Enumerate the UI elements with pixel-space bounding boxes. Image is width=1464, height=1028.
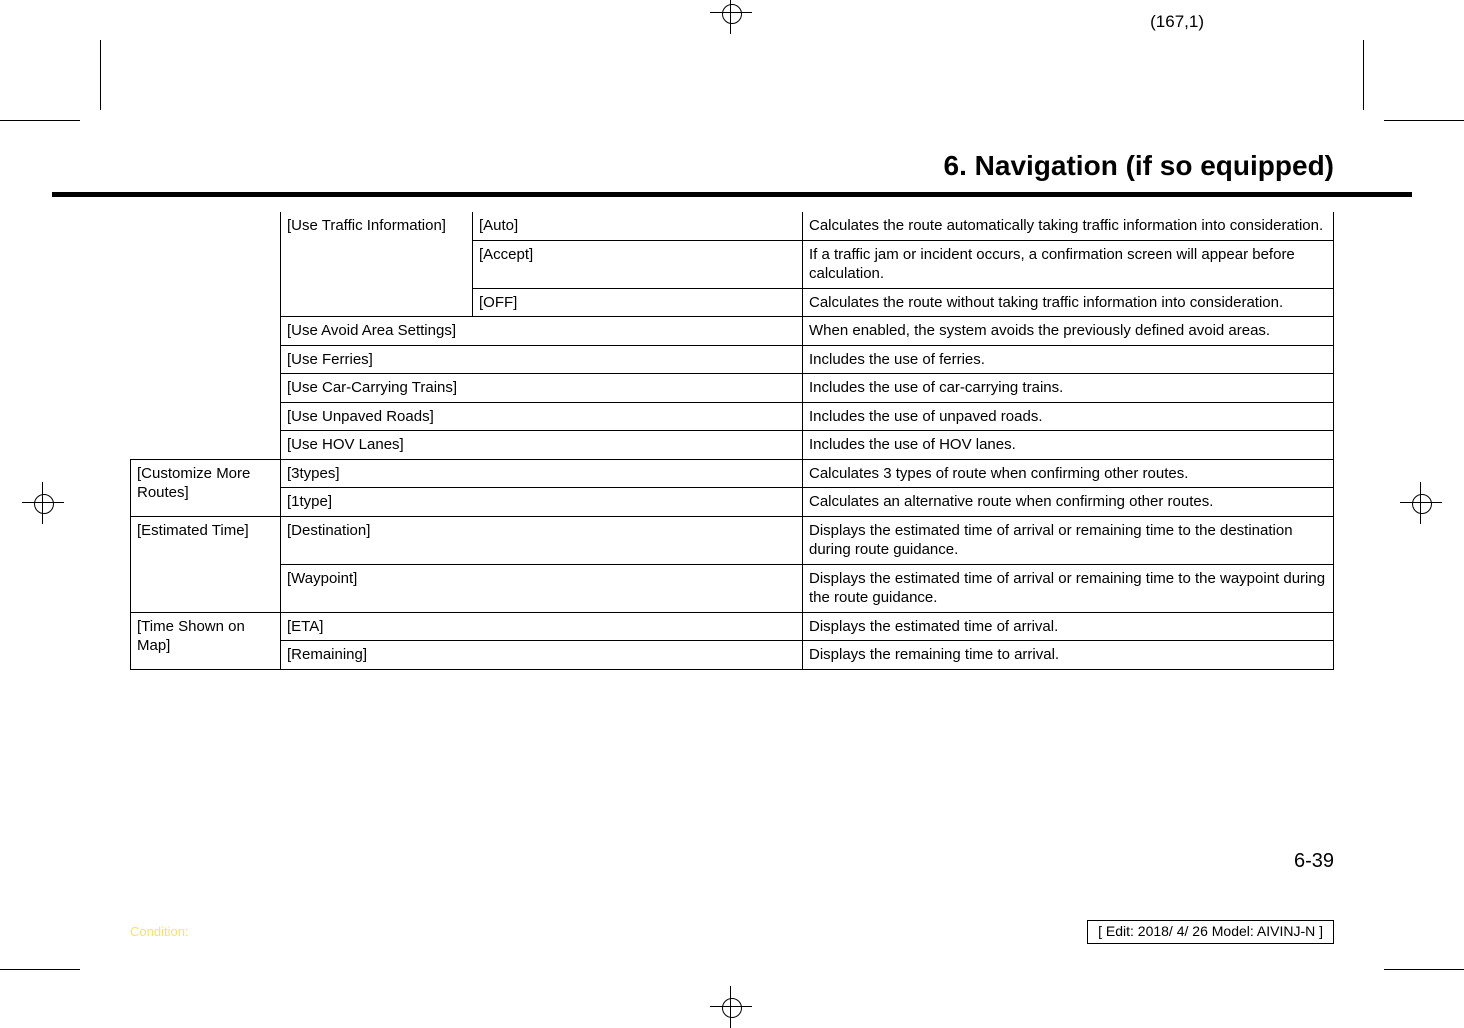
- table-row: [Use HOV Lanes] Includes the use of HOV …: [131, 431, 1334, 460]
- option-cell: [OFF]: [473, 288, 803, 317]
- footer-edit-info: [ Edit: 2018/ 4/ 26 Model: AIVINJ-N ]: [1087, 920, 1334, 944]
- table-row: [Estimated Time] [Destination] Displays …: [131, 516, 1334, 564]
- desc-cell: Displays the estimated time of arrival.: [803, 612, 1334, 641]
- desc-cell: Calculates an alternative route when con…: [803, 488, 1334, 517]
- desc-cell: If a traffic jam or incident occurs, a c…: [803, 240, 1334, 288]
- crop-mark: [0, 120, 80, 121]
- option-cell: [Destination]: [281, 516, 803, 564]
- register-mark-icon: [30, 490, 56, 516]
- option-cell: [Accept]: [473, 240, 803, 288]
- crop-mark: [1363, 40, 1364, 110]
- crop-mark: [0, 969, 80, 970]
- crop-mark: [1384, 120, 1464, 121]
- condition-label: Condition:: [130, 924, 189, 939]
- desc-cell: Displays the remaining time to arrival.: [803, 641, 1334, 670]
- table-row: [Remaining] Displays the remaining time …: [131, 641, 1334, 670]
- desc-cell: Includes the use of unpaved roads.: [803, 402, 1334, 431]
- table-row: [Use Avoid Area Settings] When enabled, …: [131, 317, 1334, 346]
- desc-cell: Includes the use of ferries.: [803, 345, 1334, 374]
- setting-cell: [Use Traffic Information]: [281, 212, 473, 317]
- page-coordinate: (167,1): [1150, 12, 1204, 32]
- table-row: [Waypoint] Displays the estimated time o…: [131, 564, 1334, 612]
- table-row: [Use Ferries] Includes the use of ferrie…: [131, 345, 1334, 374]
- desc-cell: Calculates 3 types of route when confirm…: [803, 459, 1334, 488]
- desc-cell: When enabled, the system avoids the prev…: [803, 317, 1334, 346]
- register-mark-icon: [718, 0, 744, 26]
- desc-cell: Includes the use of car-carrying trains.: [803, 374, 1334, 403]
- category-cell: [Customize More Routes]: [131, 459, 281, 516]
- rule: [52, 192, 1412, 197]
- register-mark-icon: [718, 994, 744, 1020]
- desc-cell: Calculates the route without taking traf…: [803, 288, 1334, 317]
- option-cell: [ETA]: [281, 612, 803, 641]
- table-row: [Customize More Routes] [3types] Calcula…: [131, 459, 1334, 488]
- option-cell: [Auto]: [473, 212, 803, 240]
- setting-cell: [Use Unpaved Roads]: [281, 402, 803, 431]
- chapter-title: 6. Navigation (if so equipped): [944, 150, 1334, 182]
- category-cell: [131, 212, 281, 459]
- table-row: [Use Traffic Information] [Auto] Calcula…: [131, 212, 1334, 240]
- register-mark-icon: [1408, 490, 1434, 516]
- option-cell: [Remaining]: [281, 641, 803, 670]
- table-row: [1type] Calculates an alternative route …: [131, 488, 1334, 517]
- desc-cell: Displays the estimated time of arrival o…: [803, 516, 1334, 564]
- desc-cell: Includes the use of HOV lanes.: [803, 431, 1334, 460]
- settings-table: [Use Traffic Information] [Auto] Calcula…: [130, 212, 1334, 670]
- table-row: [Time Shown on Map] [ETA] Displays the e…: [131, 612, 1334, 641]
- table-row: [Use Unpaved Roads] Includes the use of …: [131, 402, 1334, 431]
- option-cell: [1type]: [281, 488, 803, 517]
- crop-mark: [1384, 969, 1464, 970]
- table-row: [Use Car-Carrying Trains] Includes the u…: [131, 374, 1334, 403]
- setting-cell: [Use Ferries]: [281, 345, 803, 374]
- option-cell: [Waypoint]: [281, 564, 803, 612]
- page-number: 6-39: [1294, 850, 1334, 873]
- crop-mark: [100, 40, 101, 110]
- category-cell: [Estimated Time]: [131, 516, 281, 612]
- setting-cell: [Use Car-Carrying Trains]: [281, 374, 803, 403]
- desc-cell: Calculates the route automatically takin…: [803, 212, 1334, 240]
- category-cell: [Time Shown on Map]: [131, 612, 281, 669]
- option-cell: [3types]: [281, 459, 803, 488]
- desc-cell: Displays the estimated time of arrival o…: [803, 564, 1334, 612]
- setting-cell: [Use Avoid Area Settings]: [281, 317, 803, 346]
- setting-cell: [Use HOV Lanes]: [281, 431, 803, 460]
